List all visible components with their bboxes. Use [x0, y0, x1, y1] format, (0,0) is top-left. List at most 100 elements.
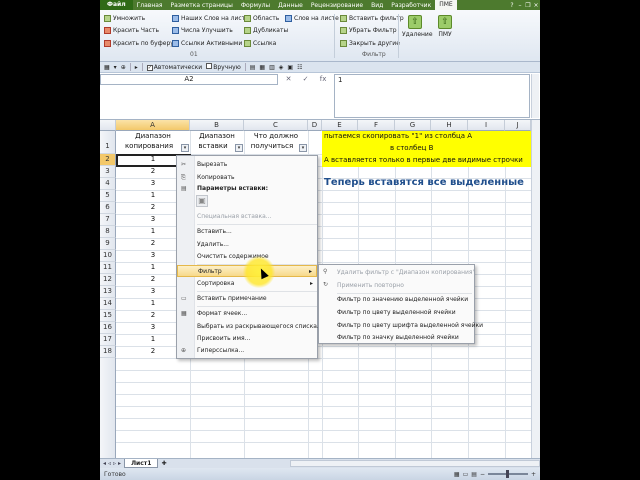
auto-checkbox[interactable]: ✓ Автоматически	[146, 64, 202, 71]
tab-home[interactable]: Главная	[133, 2, 167, 9]
menu-item-cut[interactable]: ✂ Вырезать	[177, 159, 317, 171]
multiply-button[interactable]: Умножить	[104, 12, 174, 25]
row-header[interactable]: 16	[100, 322, 116, 334]
column-header-b[interactable]: B	[190, 120, 244, 131]
tab-formulas[interactable]: Формулы	[237, 2, 274, 9]
paint-by-buffer-button[interactable]: Красить по буферу	[104, 37, 174, 50]
tab-page-layout[interactable]: Разметка страницы	[167, 2, 237, 9]
submenu-item-reapply[interactable]: ↻ Применить повторно	[319, 279, 474, 292]
tab-view[interactable]: Вид	[367, 2, 387, 9]
column-header-h[interactable]: H	[431, 120, 468, 131]
menu-item-hyperlink[interactable]: ⊕ Гиперссылка...	[177, 345, 317, 357]
sheet-tab-1[interactable]: Лист1	[124, 459, 159, 468]
next-sheet-icon[interactable]: ▹	[113, 460, 116, 467]
qat-icon[interactable]: ☷	[297, 64, 302, 71]
prev-sheet-icon[interactable]: ◃	[108, 460, 111, 467]
menu-item-insert[interactable]: Вставить...	[177, 226, 317, 238]
sheet-nav-arrows[interactable]: ◂ ◃ ▹ ▸	[100, 460, 124, 467]
cancel-icon[interactable]: ✕	[286, 74, 292, 85]
pmu-big-button[interactable]: ⇧ ПМУ	[432, 13, 458, 51]
column-header-c[interactable]: C	[244, 120, 308, 131]
view-layout-icon[interactable]: ▭	[463, 471, 469, 478]
remove-filter-button[interactable]: Убрать Фильтр	[340, 25, 404, 38]
submenu-item-clear-filter[interactable]: ⚲ Удалить фильтр с "Диапазон копирования"	[319, 266, 475, 279]
last-sheet-icon[interactable]: ▸	[118, 460, 121, 467]
close-others-button[interactable]: Закрыть другие	[340, 37, 404, 50]
row-header[interactable]: 6	[100, 202, 116, 214]
menu-item-format-cells[interactable]: ▦ Формат ячеек...	[177, 308, 317, 320]
link-button[interactable]: Ссылка	[244, 37, 288, 50]
row-header[interactable]: 4	[100, 178, 116, 190]
qat-icon[interactable]: ▥	[269, 64, 275, 71]
help-icon[interactable]: ?	[508, 2, 516, 9]
name-box[interactable]: A2	[100, 74, 278, 85]
paste-icon[interactable]: ▣	[196, 195, 208, 207]
view-normal-icon[interactable]: ▦	[454, 471, 460, 478]
menu-item-insert-comment[interactable]: ▭ Вставить примечание	[177, 293, 317, 305]
qat-icon[interactable]: ◈	[279, 64, 284, 71]
area-button[interactable]: Область	[244, 12, 288, 25]
submenu-item-by-color[interactable]: Фильтр по цвету выделенной ячейки	[319, 306, 474, 319]
filter-dropdown-a[interactable]: ▾	[181, 144, 189, 152]
formula-input[interactable]: 1	[334, 74, 530, 118]
delete-big-button[interactable]: ⇧ Удаление	[402, 13, 433, 51]
column-header-f[interactable]: F	[358, 120, 395, 131]
row-header[interactable]: 15	[100, 310, 116, 322]
tab-data[interactable]: Данные	[274, 2, 307, 9]
vertical-scrollbar[interactable]	[531, 120, 540, 460]
formula-scrollbar[interactable]	[531, 74, 539, 118]
row-header[interactable]: 12	[100, 274, 116, 286]
qat-icon[interactable]: ▣	[287, 64, 293, 71]
duplicates-button[interactable]: Дубликаты	[244, 25, 288, 38]
row-header[interactable]: 5	[100, 190, 116, 202]
qat-icon[interactable]: ▦	[104, 64, 110, 71]
submenu-item-by-icon[interactable]: Фильтр по значку выделенной ячейки	[319, 331, 474, 344]
submenu-item-by-value[interactable]: Фильтр по значению выделенной ячейки	[319, 293, 474, 306]
zoom-in-icon[interactable]: +	[531, 471, 536, 478]
paint-part-button[interactable]: Красить Часть	[104, 25, 174, 38]
row-header[interactable]: 11	[100, 262, 116, 274]
tab-developer[interactable]: Разработчик	[387, 2, 435, 9]
minimize-icon[interactable]: –	[516, 2, 524, 9]
filter-dropdown-c[interactable]: ▾	[299, 144, 307, 152]
zoom-knob[interactable]	[505, 470, 509, 478]
row-header[interactable]: 7	[100, 214, 116, 226]
row-header[interactable]: 18	[100, 346, 116, 358]
view-pagebreak-icon[interactable]: ▤	[471, 471, 477, 478]
qat-icon[interactable]: ▦	[259, 64, 265, 71]
close-icon[interactable]: ×	[532, 2, 540, 9]
insert-filter-button[interactable]: Вставить фильтр	[340, 12, 404, 25]
qat-icon[interactable]: ▤	[250, 64, 256, 71]
menu-item-delete[interactable]: Удалить...	[177, 239, 317, 251]
qat-icon[interactable]: ▾	[114, 64, 117, 71]
zoom-out-icon[interactable]: −	[480, 471, 485, 478]
column-header-i[interactable]: I	[468, 120, 505, 131]
new-sheet-icon[interactable]: ✚	[158, 460, 169, 467]
row-header[interactable]: 13	[100, 286, 116, 298]
row-header[interactable]: 3	[100, 166, 116, 178]
column-header-e[interactable]: E	[322, 120, 358, 131]
row-header[interactable]: 8	[100, 226, 116, 238]
qat-icon[interactable]: ⊕	[121, 64, 126, 71]
active-links-button[interactable]: Ссылки Активными	[172, 37, 249, 50]
row-header[interactable]: 17	[100, 334, 116, 346]
filter-dropdown-b[interactable]: ▾	[235, 144, 243, 152]
first-sheet-icon[interactable]: ◂	[103, 460, 106, 467]
words-sheet-button[interactable]: Слов на листе	[285, 12, 339, 25]
select-all-corner[interactable]	[100, 120, 116, 131]
words-on-sheet-button[interactable]: Наших Слов на листе	[172, 12, 249, 25]
improve-numbers-button[interactable]: Числа Улучшить	[172, 25, 249, 38]
manual-checkbox[interactable]: Вручную	[206, 63, 241, 71]
qat-icon[interactable]: ▸	[135, 64, 138, 71]
row-header[interactable]: 10	[100, 250, 116, 262]
enter-icon[interactable]: ✓	[303, 74, 309, 85]
row-header[interactable]: 9	[100, 238, 116, 250]
row-header[interactable]: 1	[100, 131, 116, 154]
tab-file[interactable]: Файл	[100, 0, 133, 10]
zoom-slider[interactable]	[487, 470, 528, 478]
restore-icon[interactable]: ❐	[524, 2, 532, 9]
menu-item-name-range[interactable]: Присвоить имя...	[177, 333, 317, 345]
column-header-j[interactable]: J	[505, 120, 531, 131]
row-header[interactable]: 14	[100, 298, 116, 310]
menu-item-paste-special[interactable]: Специальная вставка...	[177, 211, 317, 223]
